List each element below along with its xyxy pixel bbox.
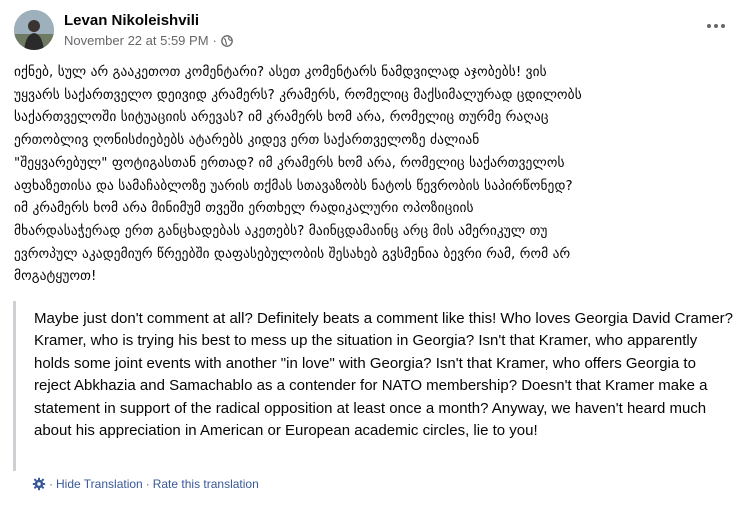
footer-separator: · [145,477,150,491]
more-horizontal-icon[interactable] [700,14,732,38]
post-meta: November 22 at 5:59 PM · [64,33,233,48]
post-body-text: იქნებ, სულ არ გააკეთოთ კომენტარი? ასეთ კ… [14,65,582,285]
post-timestamp[interactable]: November 22 at 5:59 PM [64,33,209,48]
author-name[interactable]: Levan Nikoleishvili [64,12,199,29]
translation-footer: · Hide Translation · Rate this translati… [32,475,259,493]
footer-separator: · [49,477,53,491]
more-dot-3 [721,24,725,28]
rate-translation-link[interactable]: Rate this translation [153,477,259,491]
hide-translation-link[interactable]: Hide Translation [56,477,143,491]
more-dot-2 [714,24,718,28]
globe-icon[interactable] [221,34,233,47]
gear-icon[interactable] [32,477,46,491]
translation-block: Maybe just don't comment at all? Definit… [13,301,738,471]
meta-separator: · [212,33,217,48]
avatar[interactable] [14,10,54,50]
translation-text: Maybe just don't comment at all? Definit… [34,310,733,440]
more-dot-1 [707,24,711,28]
post-header: Levan Nikoleishvili November 22 at 5:59 … [14,10,738,56]
